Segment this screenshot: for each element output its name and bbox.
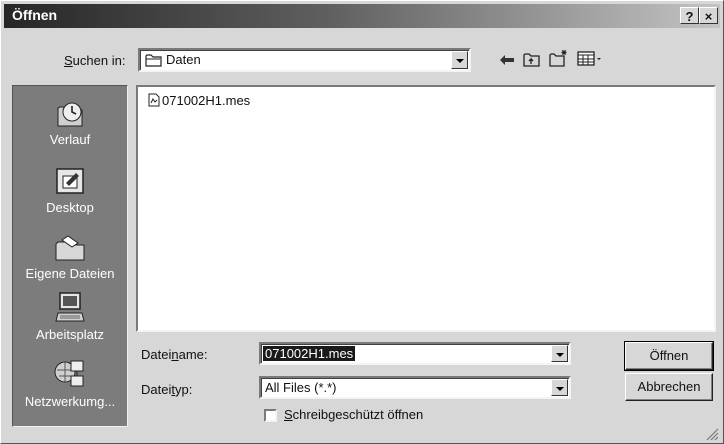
filename-combobox[interactable]: 071002H1.mes bbox=[259, 342, 571, 365]
place-label: Verlauf bbox=[49, 132, 91, 147]
view-menu-icon[interactable] bbox=[577, 51, 603, 67]
filetype-select[interactable]: All Files (*.*) bbox=[259, 376, 571, 399]
place-netzwerk[interactable]: Netzwerkumg... bbox=[13, 358, 127, 409]
title-bar[interactable]: Öffnen ? × bbox=[4, 4, 720, 28]
filename-label: Dateiname: bbox=[141, 347, 208, 362]
readonly-checkbox[interactable] bbox=[264, 409, 277, 422]
file-icon bbox=[148, 93, 160, 107]
resize-grip-icon[interactable] bbox=[705, 427, 719, 441]
file-name: 071002H1.mes bbox=[162, 93, 251, 108]
place-eigene-dateien[interactable]: Eigene Dateien bbox=[13, 234, 127, 281]
back-icon[interactable] bbox=[499, 53, 515, 67]
readonly-label[interactable]: Schreibgeschützt öffnen bbox=[284, 407, 423, 422]
up-folder-icon[interactable] bbox=[523, 51, 541, 67]
open-dialog: Öffnen ? × Suchen in: Daten Verlauf Desk… bbox=[0, 0, 724, 444]
my-documents-icon bbox=[55, 235, 85, 261]
filetype-label: Dateityp: bbox=[141, 382, 193, 397]
place-verlauf[interactable]: Verlauf bbox=[13, 98, 127, 147]
lookin-combobox[interactable]: Daten bbox=[138, 48, 471, 72]
close-button[interactable]: × bbox=[699, 7, 718, 24]
place-label: Netzwerkumg... bbox=[24, 394, 116, 409]
place-desktop[interactable]: Desktop bbox=[13, 166, 127, 215]
filetype-dropdown-button[interactable] bbox=[551, 379, 568, 396]
lookin-value: Daten bbox=[166, 52, 201, 67]
network-icon bbox=[54, 360, 84, 387]
filetype-value: All Files (*.*) bbox=[265, 380, 337, 395]
file-list[interactable]: 071002H1.mes bbox=[136, 85, 716, 332]
my-computer-icon bbox=[55, 292, 85, 322]
new-folder-icon[interactable] bbox=[549, 49, 569, 67]
filename-input[interactable]: 071002H1.mes bbox=[263, 346, 356, 361]
list-item[interactable]: 071002H1.mes bbox=[148, 93, 250, 108]
place-label: Desktop bbox=[46, 200, 94, 215]
open-button[interactable]: Öffnen bbox=[624, 341, 714, 371]
lookin-dropdown-button[interactable] bbox=[451, 51, 468, 69]
help-button[interactable]: ? bbox=[680, 7, 699, 24]
place-label: Eigene Dateien bbox=[25, 266, 115, 281]
cancel-button[interactable]: Abbrechen bbox=[625, 373, 713, 401]
filename-dropdown-button[interactable] bbox=[551, 345, 568, 362]
place-arbeitsplatz[interactable]: Arbeitsplatz bbox=[13, 291, 127, 342]
history-icon bbox=[57, 102, 83, 127]
place-label: Arbeitsplatz bbox=[36, 327, 104, 342]
desktop-icon bbox=[56, 168, 84, 194]
places-bar: Verlauf Desktop Eigene Dateien Arbeitspl… bbox=[12, 85, 128, 427]
lookin-label: Suchen in: bbox=[64, 53, 126, 68]
window-title: Öffnen bbox=[12, 7, 58, 23]
folder-icon bbox=[145, 54, 162, 67]
